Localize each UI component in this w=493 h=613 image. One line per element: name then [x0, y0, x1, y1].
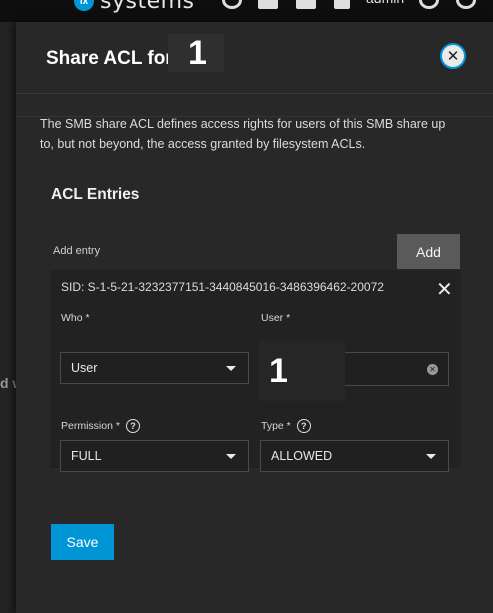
- help-icon[interactable]: ?: [125, 419, 140, 433]
- acl-entries-heading: ACL Entries: [51, 186, 140, 203]
- save-button[interactable]: Save: [51, 524, 114, 560]
- top-app-bar: ix systems admin: [0, 0, 493, 22]
- help-icon[interactable]: ?: [296, 419, 311, 433]
- chevron-down-icon: [426, 454, 436, 459]
- user-label-text: User *: [261, 312, 291, 324]
- apps-icon[interactable]: [258, 0, 278, 9]
- type-select-value: ALLOWED: [271, 449, 333, 463]
- close-icon: ✕: [446, 47, 460, 65]
- panel-header: Share ACL for 1 ✕: [16, 22, 493, 94]
- chevron-down-icon: [226, 454, 236, 459]
- type-label-text: Type *: [261, 420, 291, 432]
- user-input-value: 1: [259, 341, 345, 401]
- user-input[interactable]: 1 ✕: [259, 341, 449, 401]
- user-menu-label[interactable]: admin: [366, 0, 404, 6]
- settings-icon[interactable]: [419, 0, 439, 9]
- panel-title: Share ACL for: [46, 48, 173, 69]
- brand-text: systems: [100, 0, 195, 14]
- add-entry-label: Add entry: [53, 245, 101, 257]
- permission-select-value: FULL: [71, 449, 102, 463]
- type-label: Type * ?: [261, 419, 311, 433]
- close-panel-button[interactable]: ✕: [440, 43, 466, 69]
- chevron-down-icon: [226, 366, 236, 371]
- share-name: 1: [168, 34, 224, 72]
- power-icon[interactable]: [456, 0, 476, 9]
- who-label: Who *: [61, 312, 90, 324]
- remove-entry-icon[interactable]: ✕: [436, 280, 453, 300]
- permission-label: Permission * ?: [61, 419, 140, 433]
- clear-icon[interactable]: ✕: [427, 364, 438, 375]
- acl-entry-card: SID: S-1-5-21-3232377151-3440845016-3486…: [50, 270, 461, 472]
- who-select[interactable]: User: [60, 352, 249, 384]
- background-page: [0, 22, 16, 613]
- share-acl-panel: Share ACL for 1 ✕ The SMB share ACL defi…: [16, 22, 493, 613]
- sid-text: SID: S-1-5-21-3232377151-3440845016-3486…: [61, 280, 384, 294]
- truecommand-icon[interactable]: [222, 0, 242, 9]
- brand-logo-icon: ix: [74, 0, 94, 11]
- permission-select[interactable]: FULL: [60, 440, 249, 472]
- brand: ix systems: [74, 0, 195, 14]
- permission-label-text: Permission *: [61, 420, 120, 432]
- directory-services-icon[interactable]: [296, 0, 316, 9]
- add-entry-button[interactable]: Add: [397, 234, 460, 269]
- bell-icon[interactable]: [334, 0, 350, 9]
- who-select-value: User: [71, 361, 98, 375]
- user-label: User *: [261, 312, 290, 324]
- who-label-text: Who *: [61, 312, 90, 324]
- description-text: The SMB share ACL defines access rights …: [40, 117, 446, 151]
- type-select[interactable]: ALLOWED: [260, 440, 449, 472]
